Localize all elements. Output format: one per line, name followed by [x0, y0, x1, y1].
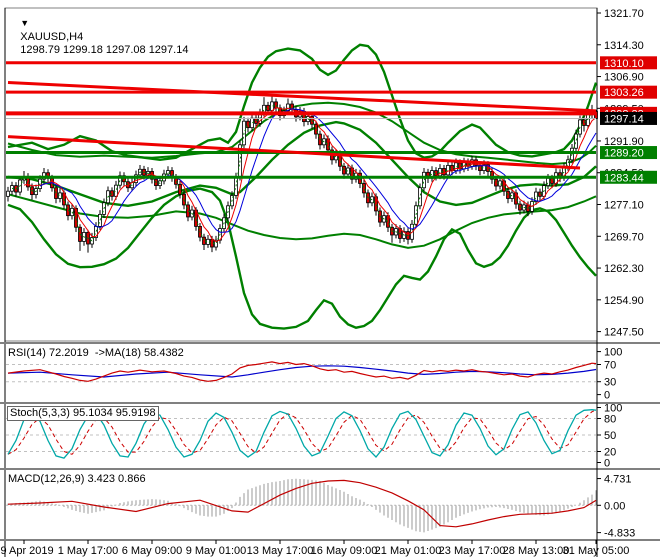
time-tick-label: 16 May 09:00 — [311, 545, 378, 557]
symbol-name: XAUUSD,H4 — [20, 31, 84, 43]
candle-bear — [550, 177, 554, 184]
price-tick-label: 1321.70 — [604, 8, 644, 20]
candle-bear — [362, 183, 366, 194]
price-tick-label: 1262.30 — [604, 263, 644, 275]
time-axis: 29 Apr 2019 1 May 17:00 6 May 09:00 9 May 0… — [0, 540, 629, 557]
candle-bull — [6, 190, 10, 197]
time-tick-label: 23 May 17:00 — [439, 545, 506, 557]
stoch-scale-label: 0 — [604, 458, 610, 470]
price-tag-text: 1289.20 — [604, 148, 644, 160]
candle-bull — [422, 171, 426, 189]
macd-scale-label: 0.00 — [604, 500, 625, 512]
price-tag-text: 1303.26 — [604, 87, 644, 99]
rsi-scale-label: 70 — [604, 360, 616, 372]
time-tick-label: 6 May 09:00 — [122, 545, 183, 557]
price-tick-label: 1314.30 — [604, 40, 644, 52]
price-tick-label: 1306.90 — [604, 72, 644, 84]
macd-signal-line — [7, 479, 597, 528]
price-tick-label: 1277.10 — [604, 200, 644, 212]
candle-bear — [342, 165, 346, 175]
candle-bear — [582, 119, 586, 126]
macd-indicator-label: MACD(12,26,9) 3.423 0.866 — [8, 473, 146, 485]
main-price-panel — [6, 43, 598, 330]
candle-bull — [250, 117, 254, 129]
stoch-scale-label: 50 — [604, 430, 616, 442]
candle-bear — [538, 191, 542, 197]
price-scale: 1321.701314.301306.901299.501291.901284.… — [597, 8, 657, 339]
price-tick-label: 1269.70 — [604, 231, 644, 243]
price-tick-label: 1254.90 — [604, 295, 644, 307]
ma-red — [23, 107, 597, 243]
price-tag-black: 1297.14 — [600, 111, 657, 125]
candle-bear — [186, 204, 190, 218]
candle-bull — [498, 180, 502, 187]
symbol-ohlc-label: ▼ XAUUSD,H4 1298.79 1299.18 1297.08 1297… — [8, 5, 188, 70]
price-tag-green: 1289.20 — [600, 146, 657, 160]
price-tick-label: 1247.50 — [604, 327, 644, 339]
time-tick-label: 13 May 17:00 — [247, 545, 314, 557]
rsi-indicator-label: RSI(14) 72.2019 ->MA(18) 58.4382 — [8, 347, 184, 359]
time-tick-label: 29 Apr 2019 — [0, 545, 54, 557]
time-tick-label: 1 May 17:00 — [58, 545, 119, 557]
candle-bull — [114, 184, 118, 197]
rsi-scale-label: 0 — [604, 390, 610, 402]
stoch-scale-label: 80 — [604, 414, 616, 426]
rsi-scale-label: 100 — [604, 347, 622, 359]
descending-trendline — [7, 81, 597, 113]
rsi-ma-line — [7, 365, 597, 378]
price-tag-green: 1283.44 — [600, 170, 657, 184]
macd-scale-label: -4.833 — [604, 528, 635, 540]
price-tag-text: 1297.14 — [604, 113, 644, 125]
price-tag-red: 1303.26 — [600, 85, 657, 99]
time-tick-label: 28 May 13:00 — [503, 545, 570, 557]
time-tick-label: 9 May 01:00 — [186, 545, 247, 557]
band-fast-lower — [7, 187, 597, 330]
candle-bull — [58, 192, 62, 199]
symbol-dropdown-icon[interactable]: ▼ — [20, 17, 29, 30]
rsi-scale-label: 30 — [604, 377, 616, 389]
price-tag-text: 1283.44 — [604, 172, 644, 184]
candles — [6, 95, 598, 253]
price-tag-text: 1310.10 — [604, 58, 644, 70]
stoch-indicator-label[interactable]: Stoch(5,3,3) 95.1034 95.9198 — [7, 406, 159, 421]
ohlc-values: 1298.79 1299.18 1297.08 1297.14 — [20, 44, 189, 56]
time-tick-label: 31 May 05:00 — [563, 545, 630, 557]
price-tag-red: 1310.10 — [600, 56, 657, 70]
chart-window: 1321.701314.301306.901299.501291.901284.… — [0, 0, 660, 560]
macd-scale-label: 4.731 — [604, 474, 632, 486]
time-tick-label: 21 May 01:00 — [375, 545, 442, 557]
